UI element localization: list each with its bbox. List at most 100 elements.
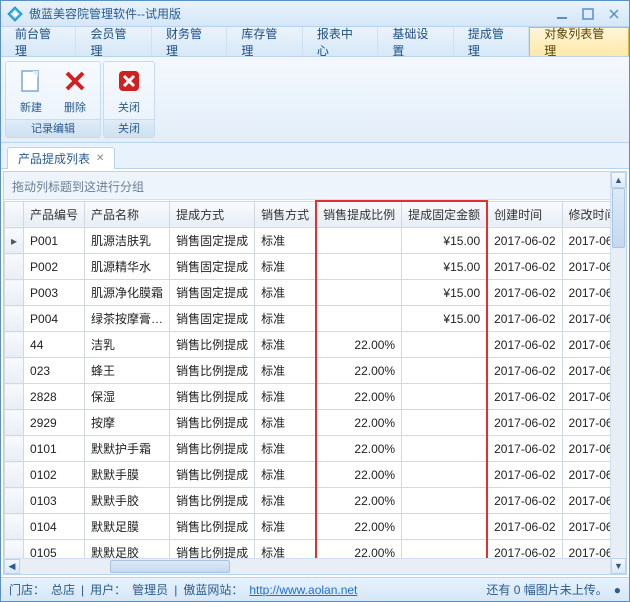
table-row[interactable]: 44洁乳销售比例提成标准22.00%2017-06-022017-06-0 (5, 332, 627, 358)
column-header[interactable]: 销售方式 (255, 201, 317, 228)
cell: 0104 (24, 514, 85, 540)
cell: 2929 (24, 410, 85, 436)
menu-item[interactable]: 库存管理 (227, 27, 302, 56)
cell: 2017-06-02 (487, 384, 562, 410)
vertical-scrollbar[interactable]: ▲ ▼ (610, 172, 626, 574)
cell: 默默手胶 (85, 488, 170, 514)
close-button[interactable]: 关闭 (108, 66, 150, 115)
vscroll-track[interactable] (611, 188, 626, 558)
app-window: 傲蓝美容院管理软件--试用版 前台管理会员管理财务管理库存管理报表中心基础设置提… (0, 0, 630, 602)
table-row[interactable]: 023蜂王销售比例提成标准22.00%2017-06-022017-06-0 (5, 358, 627, 384)
user-label: 用户： (90, 581, 126, 598)
cell: 2017-06-02 (487, 488, 562, 514)
table-row[interactable]: 0105默默足胶销售比例提成标准22.00%2017-06-022017-06-… (5, 540, 627, 559)
ribbon-button-label: 关闭 (118, 99, 140, 115)
cell: 肌源净化膜霜 (85, 280, 170, 306)
hscroll-track[interactable] (20, 559, 610, 574)
horizontal-scrollbar[interactable]: ◀ ▶ (4, 558, 626, 574)
cell (402, 540, 488, 559)
cell: 2017-06-02 (487, 254, 562, 280)
menu-item[interactable]: 提成管理 (454, 27, 529, 56)
tab-close-icon[interactable]: ✕ (96, 153, 104, 164)
cell: 2017-06-02 (487, 514, 562, 540)
vscroll-thumb[interactable] (612, 188, 625, 248)
cell: 2017-06-02 (487, 228, 562, 254)
cell: 标准 (255, 384, 317, 410)
table-row[interactable]: P002肌源精华水销售固定提成标准¥15.002017-06-022017-06… (5, 254, 627, 280)
status-dot-icon: ● (614, 583, 621, 597)
row-marker (5, 540, 24, 559)
ribbon-group-label: 关闭 (104, 119, 154, 137)
cell: 销售固定提成 (170, 228, 255, 254)
table-row[interactable]: P004绿茶按摩膏…销售固定提成标准¥15.002017-06-022017-0… (5, 306, 627, 332)
cell: P002 (24, 254, 85, 280)
menu-item[interactable]: 会员管理 (76, 27, 151, 56)
cell: 0103 (24, 488, 85, 514)
ribbon: 新建删除记录编辑关闭关闭 (1, 57, 629, 143)
column-header[interactable]: 产品编号 (24, 201, 85, 228)
cell (316, 306, 402, 332)
tab-product-commission[interactable]: 产品提成列表 ✕ (7, 147, 115, 169)
table-row[interactable]: 0103默默手胶销售比例提成标准22.00%2017-06-022017-06-… (5, 488, 627, 514)
cell: 2017-06-02 (487, 306, 562, 332)
menu-item[interactable]: 基础设置 (378, 27, 453, 56)
group-hint: 拖动列标题到这进行分组 (4, 172, 626, 200)
table-row[interactable]: 0102默默手膜销售比例提成标准22.00%2017-06-022017-06-… (5, 462, 627, 488)
menu-item[interactable]: 财务管理 (152, 27, 227, 56)
table-row[interactable]: 2828保湿销售比例提成标准22.00%2017-06-022017-06-0 (5, 384, 627, 410)
cell: ¥15.00 (402, 280, 488, 306)
maximize-button[interactable] (579, 6, 597, 22)
row-marker (5, 384, 24, 410)
column-header[interactable]: 销售提成比例 (316, 201, 402, 228)
menu-item[interactable]: 报表中心 (303, 27, 378, 56)
cell: 2017-06-02 (487, 410, 562, 436)
cell: 2017-06-02 (487, 358, 562, 384)
cell (402, 384, 488, 410)
cell: 22.00% (316, 436, 402, 462)
column-header[interactable]: 创建时间 (487, 201, 562, 228)
cell: 标准 (255, 280, 317, 306)
table-row[interactable]: 0104默默足膜销售比例提成标准22.00%2017-06-022017-06-… (5, 514, 627, 540)
menu-item[interactable]: 前台管理 (1, 27, 76, 56)
minimize-button[interactable] (553, 6, 571, 22)
cell: 销售比例提成 (170, 436, 255, 462)
close-button[interactable] (605, 6, 623, 22)
column-header[interactable]: 产品名称 (85, 201, 170, 228)
scroll-up-icon[interactable]: ▲ (611, 172, 626, 188)
cell: 标准 (255, 358, 317, 384)
cell: 默默足膜 (85, 514, 170, 540)
row-marker (5, 514, 24, 540)
table-row[interactable]: 0101默默护手霜销售比例提成标准22.00%2017-06-022017-06… (5, 436, 627, 462)
delete-button[interactable]: 删除 (54, 66, 96, 115)
table-row[interactable]: ▸P001肌源洁肤乳销售固定提成标准¥15.002017-06-022017-0… (5, 228, 627, 254)
row-marker (5, 488, 24, 514)
menu-item[interactable]: 对象列表管理 (529, 27, 629, 56)
column-header[interactable]: 提成方式 (170, 201, 255, 228)
new-button[interactable]: 新建 (10, 66, 52, 115)
cell: 标准 (255, 540, 317, 559)
data-grid[interactable]: 产品编号产品名称提成方式销售方式销售提成比例提成固定金额创建时间修改时间▸P00… (4, 200, 626, 558)
hscroll-thumb[interactable] (110, 560, 230, 573)
cell: 销售比例提成 (170, 384, 255, 410)
scroll-down-icon[interactable]: ▼ (611, 558, 626, 574)
cell: 标准 (255, 254, 317, 280)
grid-table: 产品编号产品名称提成方式销售方式销售提成比例提成固定金额创建时间修改时间▸P00… (4, 200, 626, 558)
cell (402, 436, 488, 462)
cell: 绿茶按摩膏… (85, 306, 170, 332)
new-icon (17, 67, 45, 95)
column-header[interactable]: 提成固定金额 (402, 201, 488, 228)
cell: 22.00% (316, 332, 402, 358)
cell: 22.00% (316, 410, 402, 436)
app-logo-icon (7, 6, 23, 22)
row-marker (5, 410, 24, 436)
cell: ¥15.00 (402, 306, 488, 332)
website-link[interactable]: http://www.aolan.net (249, 583, 357, 597)
table-row[interactable]: 2929按摩销售比例提成标准22.00%2017-06-022017-06-0 (5, 410, 627, 436)
cell: 销售比例提成 (170, 358, 255, 384)
menubar: 前台管理会员管理财务管理库存管理报表中心基础设置提成管理对象列表管理 (1, 27, 629, 57)
titlebar: 傲蓝美容院管理软件--试用版 (1, 1, 629, 27)
cell: 默默足胶 (85, 540, 170, 559)
scroll-left-icon[interactable]: ◀ (4, 559, 20, 574)
cell: 标准 (255, 462, 317, 488)
table-row[interactable]: P003肌源净化膜霜销售固定提成标准¥15.002017-06-022017-0… (5, 280, 627, 306)
